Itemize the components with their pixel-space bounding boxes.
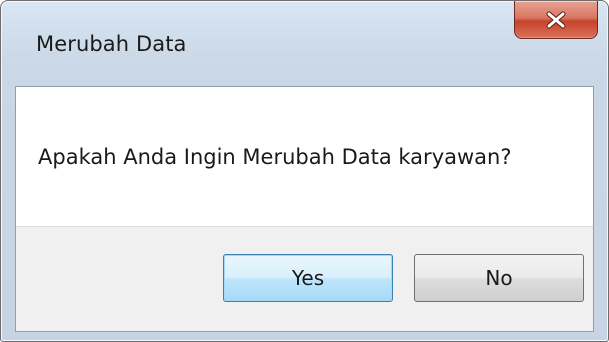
close-button[interactable]: [514, 1, 598, 39]
no-button[interactable]: No: [414, 254, 584, 302]
dialog-button-bar: Yes No: [16, 226, 593, 331]
window-title: Merubah Data: [36, 32, 187, 56]
close-icon: [545, 11, 567, 29]
dialog-window: Merubah Data Apakah Anda Ingin Merubah D…: [0, 0, 609, 342]
dialog-message: Apakah Anda Ingin Merubah Data karyawan?: [38, 145, 512, 169]
yes-button[interactable]: Yes: [223, 254, 393, 302]
dialog-content: Apakah Anda Ingin Merubah Data karyawan?…: [15, 86, 594, 332]
title-bar[interactable]: Merubah Data: [1, 1, 608, 85]
